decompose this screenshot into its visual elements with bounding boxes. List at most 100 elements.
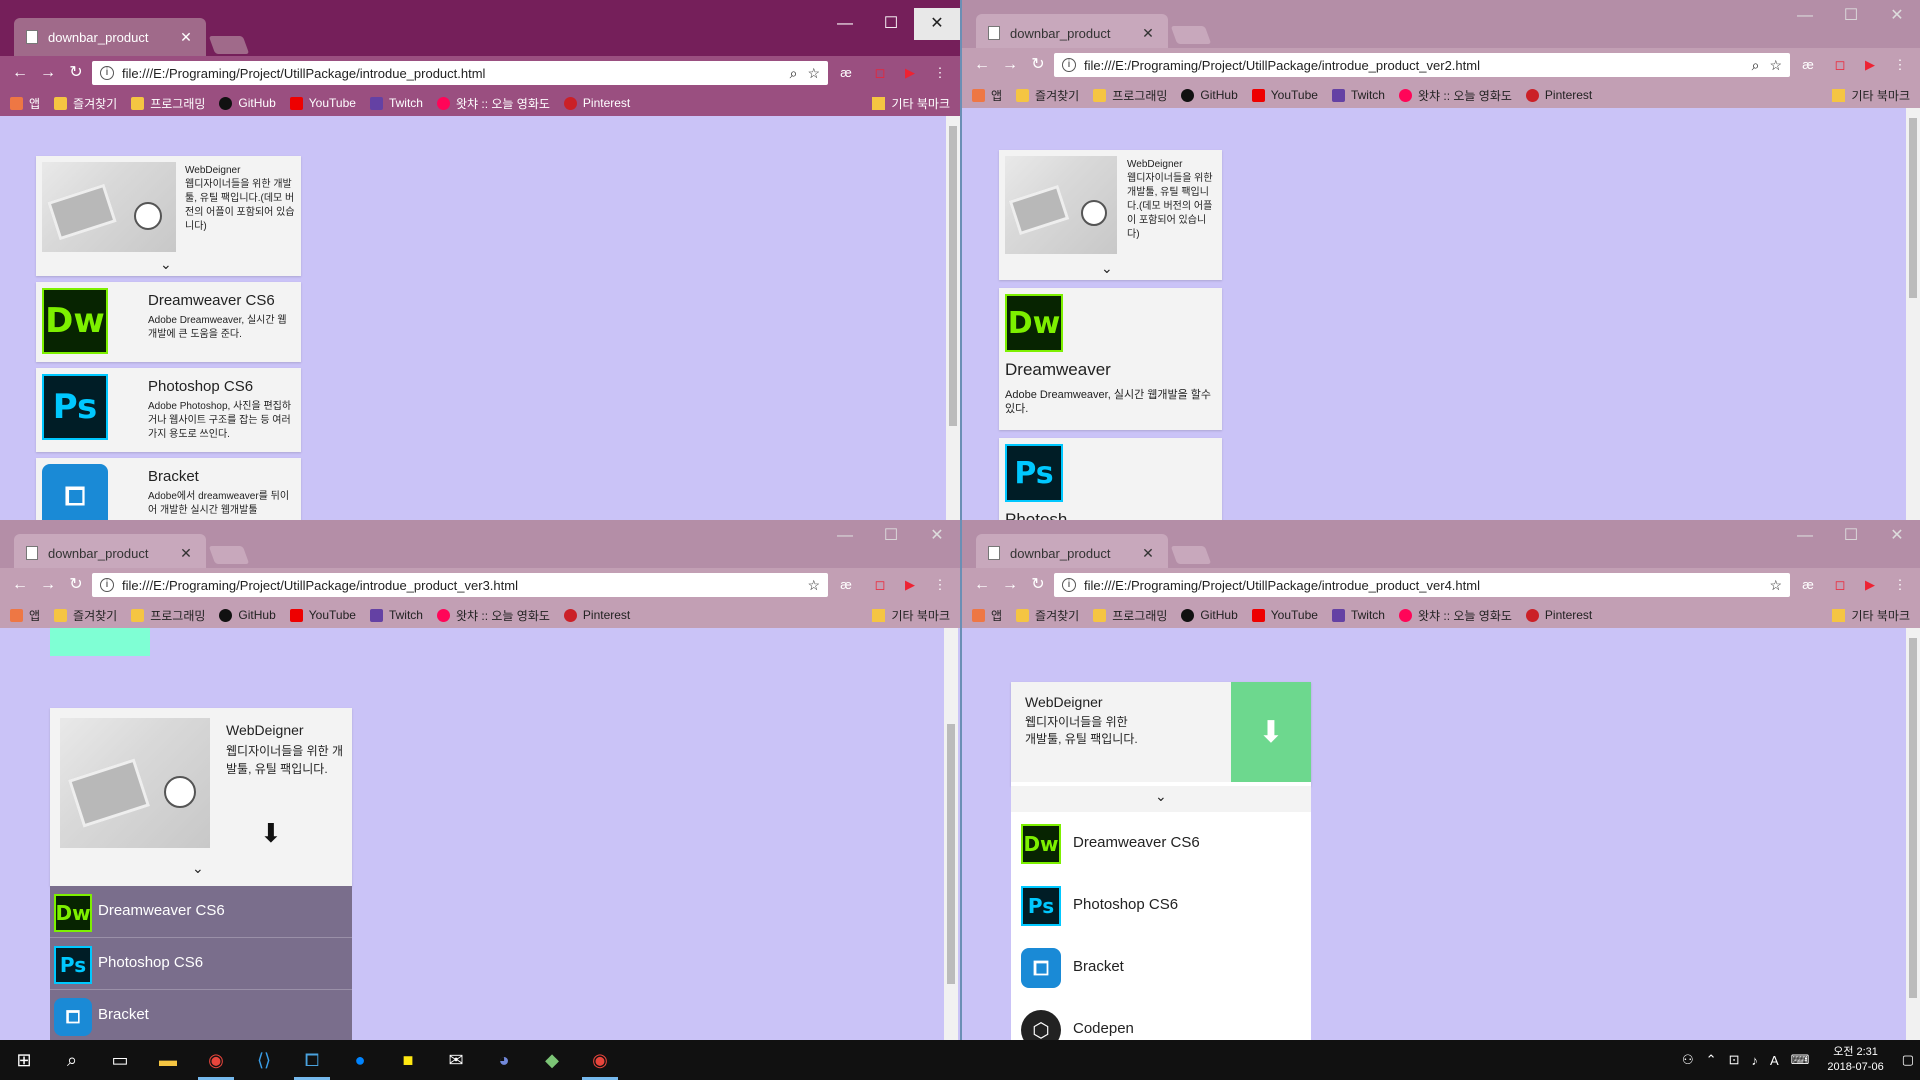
bookmark-twitch[interactable]: Twitch	[1331, 88, 1385, 102]
close-button[interactable]: ✕	[1874, 0, 1920, 32]
close-button[interactable]: ✕	[914, 8, 960, 40]
product-item[interactable]: Dw Dreamweaver Adobe Dreamweaver, 실시간 웹개…	[999, 288, 1222, 430]
clock[interactable]: 오전 2:31 2018-07-06	[1827, 1045, 1883, 1075]
chevron-down-icon[interactable]: ⌄	[192, 860, 204, 877]
bookmark-twitch[interactable]: Twitch	[1331, 608, 1385, 622]
game-icon[interactable]: ◆	[528, 1040, 576, 1080]
chevron-down-icon[interactable]: ⌄	[160, 256, 172, 273]
extension-media-icon[interactable]: ▶	[898, 56, 922, 90]
keyboard-icon[interactable]: ⌨	[1791, 1052, 1810, 1068]
new-tab-button[interactable]	[1170, 26, 1212, 44]
new-tab-button[interactable]	[1170, 546, 1212, 564]
extension-ae-icon[interactable]: æ	[1796, 568, 1820, 602]
bookmark-youtube[interactable]: YouTube	[1251, 608, 1318, 622]
minimize-button[interactable]: —	[1782, 0, 1828, 32]
bookmark-other[interactable]: 기타 북마크	[872, 602, 950, 628]
product-item[interactable]: ⬡ Codepen	[1011, 998, 1311, 1040]
maximize-button[interactable]: ☐	[1828, 520, 1874, 552]
product-item[interactable]: ⧠ Bracket Adobe에서 dreamweaver를 뒤이어 개발한 실…	[36, 458, 301, 520]
reload-icon[interactable]: ↻	[1024, 48, 1052, 82]
download-icon[interactable]: ⬇	[260, 818, 282, 849]
tab-downbar-product[interactable]: downbar_product ✕	[976, 534, 1168, 572]
chevron-down-icon[interactable]: ⌄	[1155, 788, 1167, 805]
bookmark-apps[interactable]: 앱	[972, 87, 1002, 104]
bookmark-other[interactable]: 기타 북마크	[872, 90, 950, 116]
scrollbar-thumb[interactable]	[947, 724, 955, 984]
file-explorer-icon[interactable]: ▬	[144, 1040, 192, 1080]
mail-icon[interactable]: ✉	[432, 1040, 480, 1080]
ime-indicator[interactable]: A	[1770, 1053, 1779, 1068]
menu-icon[interactable]: ⋮	[928, 56, 952, 90]
maximize-button[interactable]: ☐	[868, 520, 914, 552]
forward-arrow-icon[interactable]: →	[34, 56, 62, 90]
menu-icon[interactable]: ⋮	[1888, 568, 1912, 602]
notification-icon[interactable]: ▢	[1902, 1052, 1914, 1068]
back-arrow-icon[interactable]: ←	[968, 568, 996, 602]
address-bar[interactable]: i file:///E:/Programing/Project/UtillPac…	[92, 573, 828, 597]
network-icon[interactable]: ⊡	[1729, 1052, 1740, 1068]
product-item[interactable]: Dw Dreamweaver CS6 Adobe Dreamweaver, 실시…	[36, 282, 301, 362]
bookmark-favorites[interactable]: 즐겨찾기	[54, 95, 117, 112]
people-icon[interactable]: ⚇	[1682, 1052, 1694, 1068]
bookmark-programming[interactable]: 프로그래밍	[1093, 87, 1167, 104]
bookmark-watcha[interactable]: 왓챠 :: 오늘 영화도	[1398, 607, 1512, 624]
bookmark-github[interactable]: GitHub	[1181, 608, 1238, 622]
product-item[interactable]: Ps Photosh	[999, 438, 1222, 520]
scrollbar[interactable]	[946, 116, 960, 520]
chevron-up-icon[interactable]: ⌃	[1706, 1052, 1717, 1068]
info-icon[interactable]: i	[1062, 58, 1076, 72]
chrome-icon[interactable]: ◉	[576, 1040, 624, 1080]
task-view-icon[interactable]: ▭	[96, 1040, 144, 1080]
extension-media-icon[interactable]: ▶	[1858, 48, 1882, 82]
product-item[interactable]: ⧠ Bracket	[1011, 936, 1311, 998]
scrollbar[interactable]	[944, 628, 958, 1040]
extension-red-icon[interactable]: ◻	[1828, 568, 1852, 602]
extension-ae-icon[interactable]: æ	[834, 56, 858, 90]
extension-ae-icon[interactable]: æ	[1796, 48, 1820, 82]
minimize-button[interactable]: —	[822, 520, 868, 552]
forward-arrow-icon[interactable]: →	[996, 568, 1024, 602]
vscode-icon[interactable]: ⟨⟩	[240, 1040, 288, 1080]
bookmark-youtube[interactable]: YouTube	[1251, 88, 1318, 102]
star-icon[interactable]: ☆	[1769, 57, 1782, 74]
star-icon[interactable]: ☆	[807, 65, 820, 82]
product-item[interactable]: Ps Photoshop CS6	[50, 938, 352, 990]
scrollbar-thumb[interactable]	[949, 126, 957, 426]
back-arrow-icon[interactable]: ←	[6, 56, 34, 90]
bookmark-pinterest[interactable]: Pinterest	[1525, 608, 1592, 622]
scrollbar-thumb[interactable]	[1909, 118, 1917, 298]
minimize-button[interactable]: —	[1782, 520, 1828, 552]
bookmark-other[interactable]: 기타 북마크	[1832, 82, 1910, 108]
info-icon[interactable]: i	[100, 66, 114, 80]
bookmark-apps[interactable]: 앱	[10, 95, 40, 112]
product-item[interactable]: ⧠ Bracket	[50, 990, 352, 1040]
info-icon[interactable]: i	[1062, 578, 1076, 592]
maximize-button[interactable]: ☐	[868, 8, 914, 40]
extension-ae-icon[interactable]: æ	[834, 568, 858, 602]
product-item[interactable]: Dw Dreamweaver CS6	[1011, 812, 1311, 874]
product-item[interactable]: Ps Photoshop CS6 Adobe Photoshop, 사진을 편집…	[36, 368, 301, 452]
back-arrow-icon[interactable]: ←	[6, 568, 34, 602]
bookmark-favorites[interactable]: 즐겨찾기	[1016, 87, 1079, 104]
start-button[interactable]: ⊞	[0, 1040, 48, 1080]
menu-icon[interactable]: ⋮	[928, 568, 952, 602]
bookmark-twitch[interactable]: Twitch	[369, 96, 423, 110]
menu-icon[interactable]: ⋮	[1888, 48, 1912, 82]
bookmark-youtube[interactable]: YouTube	[289, 96, 356, 110]
close-button[interactable]: ✕	[914, 520, 960, 552]
bookmark-watcha[interactable]: 왓챠 :: 오늘 영화도	[1398, 87, 1512, 104]
bookmark-youtube[interactable]: YouTube	[289, 608, 356, 622]
kakaotalk-icon[interactable]: ■	[384, 1040, 432, 1080]
search-icon[interactable]: ⌕	[1752, 57, 1760, 74]
extension-media-icon[interactable]: ▶	[1858, 568, 1882, 602]
star-icon[interactable]: ☆	[807, 577, 820, 594]
forward-arrow-icon[interactable]: →	[996, 48, 1024, 82]
new-tab-button[interactable]	[208, 36, 250, 54]
address-bar[interactable]: i file:///E:/Programing/Project/UtillPac…	[92, 61, 828, 85]
bookmark-programming[interactable]: 프로그래밍	[1093, 607, 1167, 624]
bookmark-pinterest[interactable]: Pinterest	[563, 96, 630, 110]
maximize-button[interactable]: ☐	[1828, 0, 1874, 32]
bookmark-watcha[interactable]: 왓챠 :: 오늘 영화도	[436, 95, 550, 112]
bookmark-programming[interactable]: 프로그래밍	[131, 95, 205, 112]
tab-close-icon[interactable]: ✕	[178, 29, 194, 46]
